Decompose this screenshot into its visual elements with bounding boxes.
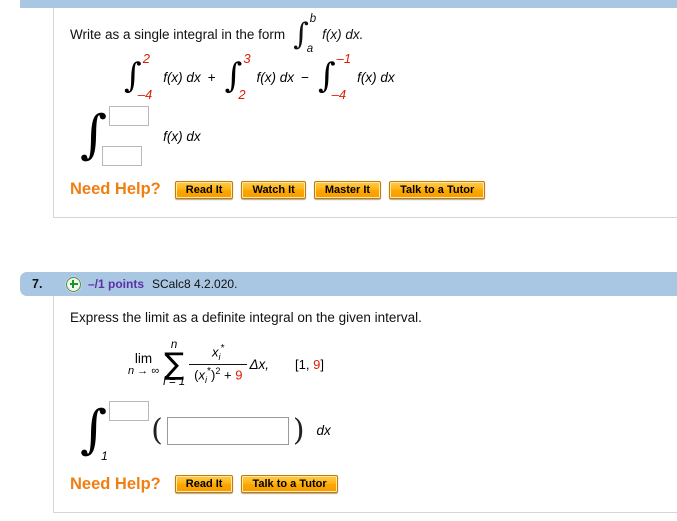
operator-minus: −	[301, 69, 309, 85]
integral-upper-limit: b	[309, 13, 317, 25]
integrand-text: f(x) dx	[357, 69, 395, 85]
integral-upper-limit: –1	[336, 51, 352, 66]
integral-sign-icon: ∫	[80, 399, 108, 460]
plus-circle-icon[interactable]	[66, 276, 81, 292]
question-7-header: 7. –/1 points SCalc8 4.2.020.	[20, 272, 677, 296]
question-block-6: Write as a single integral in the form ∫…	[0, 0, 677, 218]
watch-it-button[interactable]: Watch It	[241, 180, 306, 199]
integral-limits: –1 –4	[332, 52, 351, 101]
answer-lower-limit-wrap	[102, 146, 143, 166]
question-6-body: Write as a single integral in the form ∫…	[53, 8, 677, 218]
delta-x-term: Δx,	[249, 356, 269, 372]
talk-to-a-tutor-button[interactable]: Talk to a Tutor	[241, 475, 338, 494]
question-source-label: SCalc8 4.2.020.	[152, 277, 238, 291]
denominator-constant: 9	[235, 367, 243, 383]
question-6-prompt: Write as a single integral in the form ∫…	[70, 13, 677, 54]
prompt-text: Write as a single integral in the form	[70, 26, 286, 42]
answer-expression-input[interactable]	[166, 416, 289, 445]
inline-integral-ab: ∫ b a	[293, 13, 316, 54]
prompt-text: Express the limit as a definite integral…	[70, 310, 422, 325]
partial-question-header	[20, 0, 677, 8]
need-help-label: Need Help?	[70, 180, 161, 198]
answer-integral: ∫	[80, 106, 150, 166]
question-6-answer-area: ∫ f(x) dx	[80, 106, 677, 166]
given-integral-3: ∫ –1 –4	[318, 52, 351, 101]
right-paren: )	[292, 412, 305, 448]
integrand-text: f(x) dx	[256, 69, 295, 85]
answer-upper-limit-wrap	[109, 400, 150, 421]
sigma-icon: ∑	[164, 346, 185, 382]
points-label: –/1 points	[88, 277, 145, 291]
read-it-button[interactable]: Read It	[174, 475, 234, 494]
question-6-need-help: Need Help? Read It Watch It Master It Ta…	[70, 180, 677, 199]
talk-to-a-tutor-button[interactable]: Talk to a Tutor	[389, 180, 486, 199]
answer-dx-label: dx	[316, 423, 331, 439]
summand-fraction: xi* (xi*)2 + 9	[189, 343, 248, 386]
answer-integral-limits	[102, 106, 150, 166]
integral-upper-limit: 3	[243, 51, 251, 66]
question-6-given-expression: ∫ 2 –4 f(x) dx + ∫ 3 2 f(x) dx − ∫ –1 –4…	[122, 52, 677, 101]
answer-integral-limits: 1	[101, 400, 150, 463]
answer-integrand-text: f(x) dx	[163, 128, 201, 144]
question-number: 7.	[32, 277, 43, 291]
operator-plus: +	[207, 69, 216, 85]
summation-lower-bound: i = 1	[163, 376, 186, 389]
integral-lower-limit: –4	[137, 87, 153, 102]
summation-operator: n ∑ i = 1	[163, 340, 185, 389]
answer-lower-limit-fixed: 1	[101, 448, 108, 463]
integrand-text: f(x) dx.	[322, 26, 364, 42]
master-it-button[interactable]: Master It	[313, 180, 382, 199]
interval-open: [1,	[295, 356, 310, 372]
integral-lower-limit: –4	[331, 87, 347, 102]
integrand-text: f(x) dx	[163, 69, 201, 85]
question-7-body: Express the limit as a definite integral…	[53, 296, 677, 513]
question-7-limit-expression: lim n → ∞ n ∑ i = 1 xi* (xi*)2 + 9 Δx, […	[128, 340, 677, 389]
fraction-numerator: xi*	[212, 343, 225, 363]
question-block-7: 7. –/1 points SCalc8 4.2.020. Express th…	[0, 272, 677, 513]
given-integral-2: ∫ 3 2	[225, 52, 251, 101]
need-help-label: Need Help?	[70, 474, 161, 493]
interval-close: ]	[320, 356, 324, 372]
fraction-denominator: (xi*)2 + 9	[194, 366, 243, 386]
answer-lower-limit-input[interactable]	[102, 146, 143, 166]
answer-integral: ∫ 1	[80, 399, 150, 463]
question-7-prompt: Express the limit as a definite integral…	[70, 310, 677, 326]
answer-upper-limit-wrap	[109, 106, 150, 126]
integral-limits: 3 2	[238, 52, 250, 101]
integral-lower-limit: a	[306, 42, 314, 55]
integral-limits: b a	[307, 13, 316, 54]
limit-label: lim	[134, 350, 153, 366]
question-7-answer-area: ∫ 1 ( ) dx	[80, 399, 677, 463]
integral-limits: 2 –4	[138, 52, 157, 101]
interval-label: [1, 9]	[295, 357, 324, 372]
answer-upper-limit-input[interactable]	[109, 106, 150, 126]
integral-lower-limit: 2	[238, 87, 246, 102]
limit-operator: lim n → ∞	[128, 350, 160, 378]
limit-subscript: n → ∞	[128, 364, 160, 377]
integral-upper-limit: 2	[142, 51, 150, 66]
given-integral-1: ∫ 2 –4	[124, 52, 157, 101]
question-7-need-help: Need Help? Read It Talk to a Tutor	[70, 475, 677, 494]
left-paren: (	[151, 412, 163, 448]
read-it-button[interactable]: Read It	[174, 180, 234, 199]
answer-upper-limit-input[interactable]	[109, 400, 150, 421]
